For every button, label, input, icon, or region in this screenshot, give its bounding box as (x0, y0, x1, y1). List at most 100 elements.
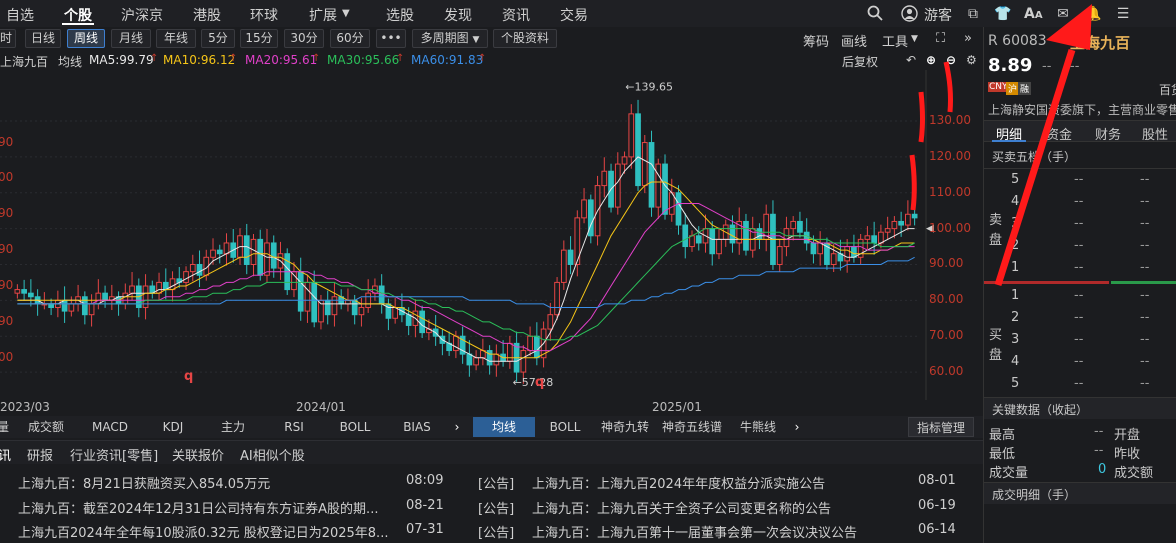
nav-discover[interactable]: 发现 (444, 5, 472, 25)
period-15min[interactable]: 15分 (240, 29, 278, 48)
nav-global[interactable]: 环球 (250, 5, 278, 25)
gear-icon[interactable]: ⚙ (966, 53, 977, 67)
period-5min[interactable]: 5分 (201, 29, 235, 48)
news-tab-research[interactable]: 研报 (27, 445, 53, 464)
chevron-right-icon[interactable]: › (790, 417, 804, 437)
ind-tab-five-lines[interactable]: 神奇五线谱 (657, 417, 727, 437)
user-icon[interactable] (900, 5, 918, 23)
news-item-date: 06-14 (918, 522, 956, 537)
chevron-down-icon[interactable]: ▼ (342, 8, 350, 19)
nav-a-share[interactable]: 沪深京 (121, 5, 163, 25)
kline-chart[interactable]: ←139.65←57.28q q (0, 70, 983, 400)
indicator-manage-button[interactable]: 指标管理 (908, 417, 974, 437)
left-axis: 90 00 90 90 90 90 00 (0, 70, 14, 400)
orderbook-volume: -- (1140, 376, 1150, 391)
candle-body (851, 246, 857, 258)
ind-tab-macd[interactable]: MACD (80, 417, 140, 437)
ind-tab-main[interactable]: 主力 (208, 417, 258, 437)
left-tick: 90 (0, 278, 14, 292)
nav-stock[interactable]: 个股 (64, 5, 92, 25)
nav-trade[interactable]: 交易 (560, 5, 588, 25)
menu-icon[interactable]: ☰ (1114, 5, 1132, 23)
tab-profile[interactable]: 股性 (1142, 124, 1168, 143)
candle-body (358, 307, 365, 316)
news-item-title[interactable]: 上海九百：上海九百关于全资子公司变更名称的公告 (532, 498, 831, 517)
news-item-title[interactable]: 上海九百2024年全年每10股派0.32元 股权登记日为2025年8... (18, 522, 404, 541)
news-tab-related[interactable]: 关联报价 (172, 445, 224, 464)
key-data-header[interactable]: 关键数据（收起） (984, 397, 1176, 419)
period-intraday[interactable]: 时 (0, 29, 16, 48)
zoom-in-icon[interactable]: ⊕ (926, 53, 936, 67)
chevron-right-icon[interactable]: › (450, 417, 464, 437)
candle-body (304, 281, 311, 312)
search-icon[interactable] (866, 5, 884, 23)
news-item-title[interactable]: 上海九百：截至2024年12月31日公司持有东方证券A股的期... (18, 498, 378, 517)
restore-button[interactable]: 后复权 (842, 53, 878, 70)
guest-label[interactable]: 游客 (924, 5, 952, 25)
ind-tab-nine-turn[interactable]: 神奇九转 (596, 417, 654, 437)
sell-label: 卖 (989, 213, 1003, 228)
ind-tab-rsi[interactable]: RSI (268, 417, 320, 437)
period-daily[interactable]: 日线 (25, 29, 61, 48)
ind-tab-turnover[interactable]: 成交额 (20, 417, 72, 437)
news-item-title[interactable]: 上海九百：上海九百2024年年度权益分派实施公告 (532, 473, 825, 492)
left-tick: 90 (0, 134, 14, 149)
period-60min[interactable]: 60分 (330, 29, 370, 48)
candle-body (291, 271, 297, 291)
tab-finance[interactable]: 财务 (1095, 124, 1121, 143)
stock-profile-button[interactable]: 个股资料 (493, 29, 557, 48)
candle-body (270, 242, 277, 269)
candle-body (864, 235, 871, 240)
tab-funds[interactable]: 资金 (1046, 124, 1072, 143)
ind-tab-volume[interactable]: 量 (0, 417, 10, 437)
news-tab-ai-similar[interactable]: AI相似个股 (240, 445, 305, 464)
draw-button[interactable]: 画线 (841, 31, 867, 50)
candle-body (527, 335, 533, 352)
news-tab-info[interactable]: 讯 (0, 445, 11, 464)
skin-icon[interactable]: 👕 (994, 5, 1012, 23)
ind-tab-bull-bear[interactable]: 牛熊线 (730, 417, 786, 437)
period-weekly[interactable]: 周线 (67, 29, 105, 48)
popout-icon[interactable]: ⧉ (964, 5, 982, 23)
period-monthly[interactable]: 月线 (111, 29, 151, 48)
candle-body (419, 310, 426, 334)
fullscreen-icon[interactable]: ⛶ (936, 31, 945, 46)
chip-button[interactable]: 筹码 (803, 31, 829, 50)
orderbook-level: 4 (1011, 194, 1020, 209)
nav-watchlist[interactable]: 自选 (6, 5, 34, 25)
nav-news[interactable]: 资讯 (502, 5, 530, 25)
candle-body (243, 235, 250, 265)
candle-body (682, 224, 689, 248)
trade-detail-header[interactable]: 成交明细（手） (984, 482, 1176, 504)
tools-button[interactable]: 工具 (882, 31, 908, 50)
multi-period-button[interactable]: 多周期图 ▼ (412, 29, 488, 48)
candle-body (878, 231, 884, 244)
news-item-title[interactable]: 上海九百：8月21日获融资买入854.05万元 (18, 473, 270, 492)
undo-icon[interactable]: ↶ (906, 53, 916, 67)
sector-label[interactable]: 百货 (1159, 81, 1176, 98)
ind-tab-boll-overlay[interactable]: BOLL (537, 417, 593, 437)
ind-tab-kdj[interactable]: KDJ (148, 417, 198, 437)
zoom-out-icon[interactable]: ⊖ (946, 53, 956, 67)
nav-hk[interactable]: 港股 (193, 5, 221, 25)
ind-tab-boll[interactable]: BOLL (328, 417, 382, 437)
period-30min[interactable]: 30分 (284, 29, 324, 48)
news-list: 上海九百：8月21日获融资买入854.05万元 08:09 上海九百：截至202… (0, 464, 983, 543)
mail-icon[interactable]: ✉ (1054, 5, 1072, 23)
news-tab-industry[interactable]: 行业资讯[零售] (70, 445, 158, 464)
buy-label: 买 (989, 328, 1003, 343)
ind-tab-bias[interactable]: BIAS (390, 417, 444, 437)
more-periods-button[interactable]: ••• (376, 29, 406, 48)
news-item-title[interactable]: 上海九百：上海九百第十一届董事会第一次会议决议公告 (532, 522, 857, 541)
bell-icon[interactable]: 🔔 (1084, 5, 1102, 23)
chevron-down-icon[interactable]: ▼ (911, 34, 918, 44)
nav-screener[interactable]: 选股 (386, 5, 414, 25)
period-yearly[interactable]: 年线 (156, 29, 196, 48)
nav-extend[interactable]: 扩展 (309, 5, 337, 25)
font-size-icon[interactable]: AA (1024, 5, 1043, 23)
multi-period-label: 多周期图 (420, 31, 469, 45)
ind-tab-ma[interactable]: 均线 (473, 417, 535, 437)
candle-body (662, 163, 668, 215)
candle-body (365, 292, 372, 309)
collapse-right-icon[interactable]: » (964, 31, 972, 46)
